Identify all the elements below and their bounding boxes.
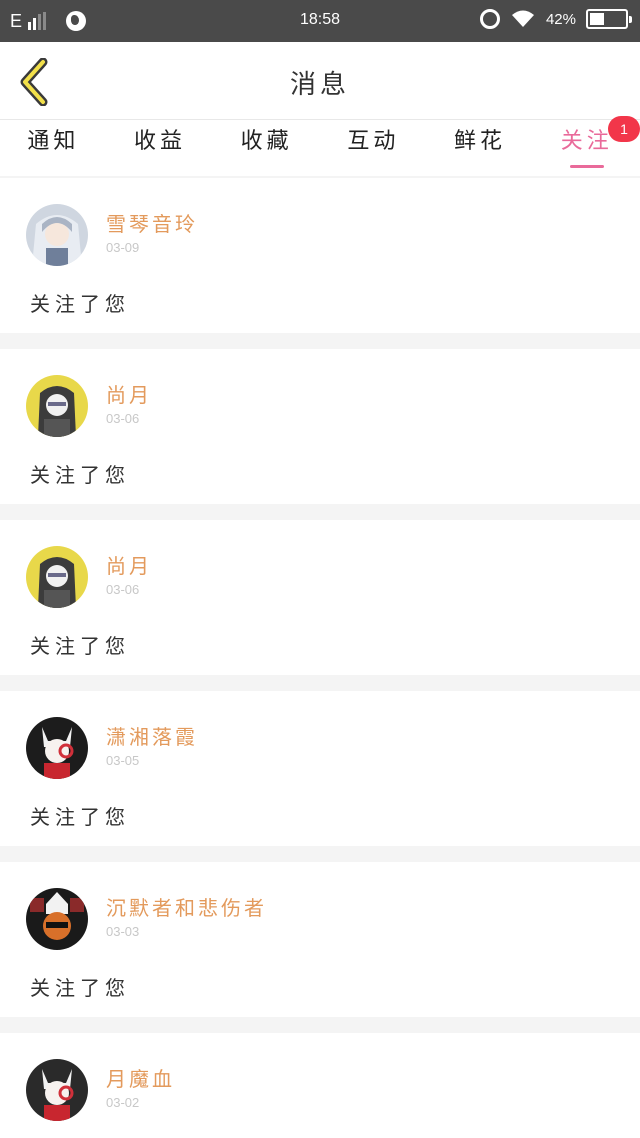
tab-label: 收益 <box>134 129 187 154</box>
list-item[interactable]: 尚月 03-06 关注了您 <box>0 349 640 504</box>
list-item[interactable]: 潇湘落霞 03-05 关注了您 <box>0 691 640 846</box>
tab-bar: 通知 收益 收藏 互动 鲜花 关注 1 <box>0 116 640 176</box>
avatar[interactable] <box>26 375 88 437</box>
avatar[interactable] <box>26 1059 88 1121</box>
list-item[interactable]: 尚月 03-06 关注了您 <box>0 520 640 675</box>
nickname[interactable]: 潇湘落霞 <box>106 721 198 750</box>
tab-interactions[interactable]: 互动 <box>320 120 427 176</box>
tab-label: 收藏 <box>240 129 293 154</box>
nickname[interactable]: 雪琴音玲 <box>106 208 198 237</box>
wifi-icon <box>510 9 536 29</box>
status-bar: E 18:58 42% <box>0 0 640 42</box>
tab-earnings[interactable]: 收益 <box>107 120 214 176</box>
timestamp: 03-06 <box>106 411 140 426</box>
timestamp: 03-03 <box>106 924 140 939</box>
avatar[interactable] <box>26 546 88 608</box>
avatar[interactable] <box>26 204 88 266</box>
notification-list: 雪琴音玲 03-09 关注了您 尚月 03-06 关注了您 尚月 03-06 关… <box>0 178 640 1138</box>
tab-favorites[interactable]: 收藏 <box>213 120 320 176</box>
message-text: 关注了您 <box>30 292 130 316</box>
tab-label: 关注 <box>560 129 613 154</box>
battery-fill <box>590 13 605 25</box>
tab-label: 通知 <box>27 129 80 154</box>
status-right: 42% <box>479 9 632 29</box>
tab-label: 鲜花 <box>454 129 507 154</box>
list-item[interactable]: 雪琴音玲 03-09 关注了您 <box>0 178 640 333</box>
timestamp: 03-05 <box>106 753 140 768</box>
battery-percent: 42% <box>545 10 576 28</box>
unread-badge: 1 <box>608 116 640 142</box>
tab-flowers[interactable]: 鲜花 <box>427 120 534 176</box>
list-item[interactable]: 月魔血 03-02 <box>0 1033 640 1138</box>
tab-label: 互动 <box>347 129 400 154</box>
nav-header: 消息 <box>0 42 640 120</box>
avatar[interactable] <box>26 717 88 779</box>
nickname[interactable]: 尚月 <box>106 379 152 408</box>
timestamp: 03-09 <box>106 240 140 255</box>
active-tab-indicator <box>569 165 604 168</box>
nickname[interactable]: 沉默者和悲伤者 <box>106 892 267 921</box>
message-text: 关注了您 <box>30 634 130 658</box>
message-text: 关注了您 <box>30 976 130 1000</box>
avatar[interactable] <box>26 888 88 950</box>
nickname[interactable]: 月魔血 <box>106 1063 175 1092</box>
timestamp: 03-02 <box>106 1095 140 1110</box>
message-text: 关注了您 <box>30 463 130 487</box>
alarm-icon <box>479 9 500 29</box>
battery-icon <box>586 9 632 29</box>
tab-notifications[interactable]: 通知 <box>0 120 107 176</box>
list-item[interactable]: 沉默者和悲伤者 03-03 关注了您 <box>0 862 640 1017</box>
nickname[interactable]: 尚月 <box>106 550 152 579</box>
timestamp: 03-06 <box>106 582 140 597</box>
tab-follows[interactable]: 关注 1 <box>533 116 640 176</box>
message-text: 关注了您 <box>30 805 130 829</box>
page-title: 消息 <box>289 70 350 100</box>
